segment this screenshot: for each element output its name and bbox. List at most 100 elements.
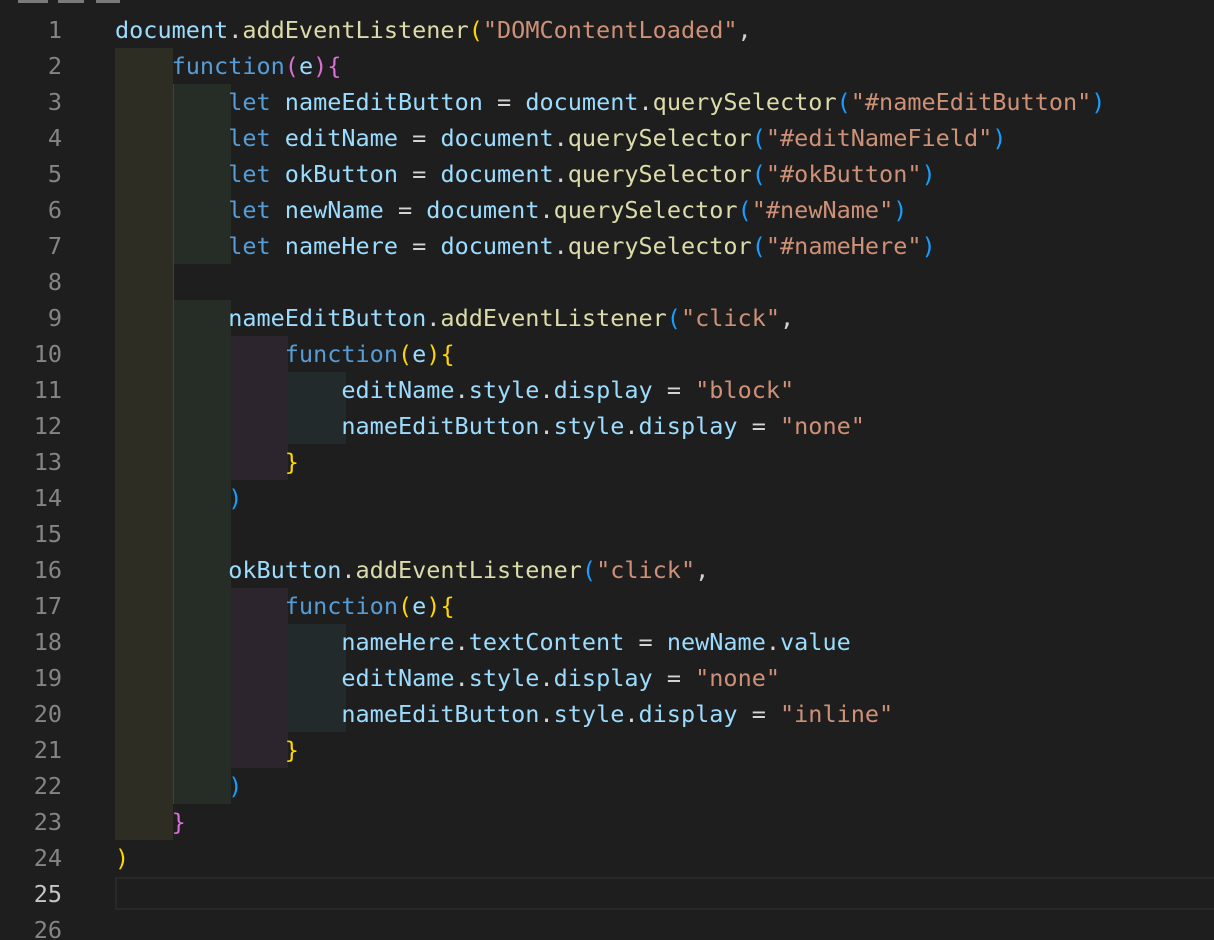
code-token: (: [751, 232, 766, 260]
code-token: =: [652, 664, 696, 692]
line-number: 26: [33, 916, 62, 940]
code-token: .: [539, 700, 554, 728]
code-line[interactable]: 16 okButton.addEventListener("click",: [0, 552, 1214, 588]
line-number: 6: [47, 196, 62, 224]
code-token: .: [624, 700, 639, 728]
code-token: document: [426, 196, 540, 224]
code-line[interactable]: 22 ): [0, 768, 1214, 804]
code-token: document: [440, 160, 554, 188]
code-token: .: [765, 628, 781, 656]
code-token: display: [638, 412, 738, 440]
code-line[interactable]: 18 nameHere.textContent = newName.value: [0, 624, 1214, 660]
code-token: newName: [284, 196, 384, 224]
code-token: .: [539, 412, 554, 440]
line-code: }: [115, 732, 299, 768]
code-token: =: [383, 196, 427, 224]
code-token: style: [468, 664, 540, 692]
line-number: 24: [33, 844, 62, 872]
code-token: =: [397, 160, 441, 188]
code-line[interactable]: 23 }: [0, 804, 1214, 840]
code-line[interactable]: 26: [0, 912, 1214, 940]
code-line[interactable]: 6 let newName = document.querySelector("…: [0, 192, 1214, 228]
code-line[interactable]: 12 nameEditButton.style.display = "none": [0, 408, 1214, 444]
code-line[interactable]: 19 editName.style.display = "none": [0, 660, 1214, 696]
code-editor[interactable]: 1 document.addEventListener("DOMContentLo…: [0, 0, 1214, 940]
line-number: 9: [47, 304, 62, 332]
code-token: document: [440, 232, 554, 260]
code-token: =: [737, 412, 781, 440]
code-token: querySelector: [567, 160, 752, 188]
code-token: value: [780, 628, 851, 656]
line-number: 8: [47, 268, 62, 296]
code-token: nameEditButton: [341, 700, 540, 728]
code-token: =: [737, 700, 781, 728]
code-line[interactable]: 10 function(e){: [0, 336, 1214, 372]
code-token: "#editNameField": [765, 124, 993, 152]
line-number: 13: [33, 448, 62, 476]
code-token: {: [440, 592, 455, 620]
code-token: "click": [680, 304, 780, 332]
code-line[interactable]: 1 document.addEventListener("DOMContentLo…: [0, 12, 1214, 48]
code-line[interactable]: 13 }: [0, 444, 1214, 480]
line-number: 21: [33, 736, 62, 764]
line-number: 7: [47, 232, 62, 260]
line-code: editName.style.display = "block": [115, 372, 794, 408]
code-line[interactable]: 25: [0, 876, 1214, 912]
code-token: (: [284, 52, 299, 80]
code-line[interactable]: 2 function(e){: [0, 48, 1214, 84]
code-token: (: [468, 16, 483, 44]
code-token: querySelector: [567, 124, 752, 152]
code-line[interactable]: 3 let nameEditButton = document.querySel…: [0, 84, 1214, 120]
code-token: .: [539, 376, 554, 404]
line-number: 10: [33, 340, 62, 368]
code-token: style: [553, 412, 625, 440]
code-line[interactable]: 21 }: [0, 732, 1214, 768]
code-token: newName: [666, 628, 766, 656]
line-number: 2: [47, 52, 62, 80]
line-code: let nameEditButton = document.querySelec…: [115, 84, 1105, 120]
code-token: let: [228, 196, 271, 224]
code-token: .: [553, 232, 568, 260]
line-number: 22: [33, 772, 62, 800]
line-number: 4: [47, 124, 62, 152]
code-token: querySelector: [567, 232, 752, 260]
code-token: e: [298, 52, 314, 80]
code-token: (: [751, 160, 766, 188]
code-token: editName: [284, 124, 398, 152]
code-token: let: [228, 160, 271, 188]
code-line[interactable]: 7 let nameHere = document.querySelector(…: [0, 228, 1214, 264]
code-line[interactable]: 15: [0, 516, 1214, 552]
line-number: 23: [33, 808, 62, 836]
code-line[interactable]: 8: [0, 264, 1214, 300]
line-code: function(e){: [115, 336, 455, 372]
line-number: 17: [33, 592, 62, 620]
code-token: nameEditButton: [228, 304, 427, 332]
code-line[interactable]: 5 let okButton = document.querySelector(…: [0, 156, 1214, 192]
line-code: }: [115, 444, 299, 480]
code-token: ,: [780, 304, 795, 332]
line-code: }: [115, 804, 186, 840]
code-token: (: [397, 340, 413, 368]
code-line[interactable]: 4 let editName = document.querySelector(…: [0, 120, 1214, 156]
code-line[interactable]: 14 ): [0, 480, 1214, 516]
line-number: 12: [33, 412, 62, 440]
code-line[interactable]: 9 nameEditButton.addEventListener("click…: [0, 300, 1214, 336]
code-line[interactable]: 24): [0, 840, 1214, 876]
code-token: function: [284, 592, 398, 620]
code-line[interactable]: 20 nameEditButton.style.display = "inlin…: [0, 696, 1214, 732]
code-token: "none": [780, 412, 865, 440]
code-token: nameHere: [284, 232, 398, 260]
code-token: ): [426, 340, 441, 368]
line-code: ): [115, 768, 242, 804]
code-line[interactable]: 11 editName.style.display = "block": [0, 372, 1214, 408]
code-token: editName: [341, 664, 455, 692]
code-line[interactable]: 17 function(e){: [0, 588, 1214, 624]
